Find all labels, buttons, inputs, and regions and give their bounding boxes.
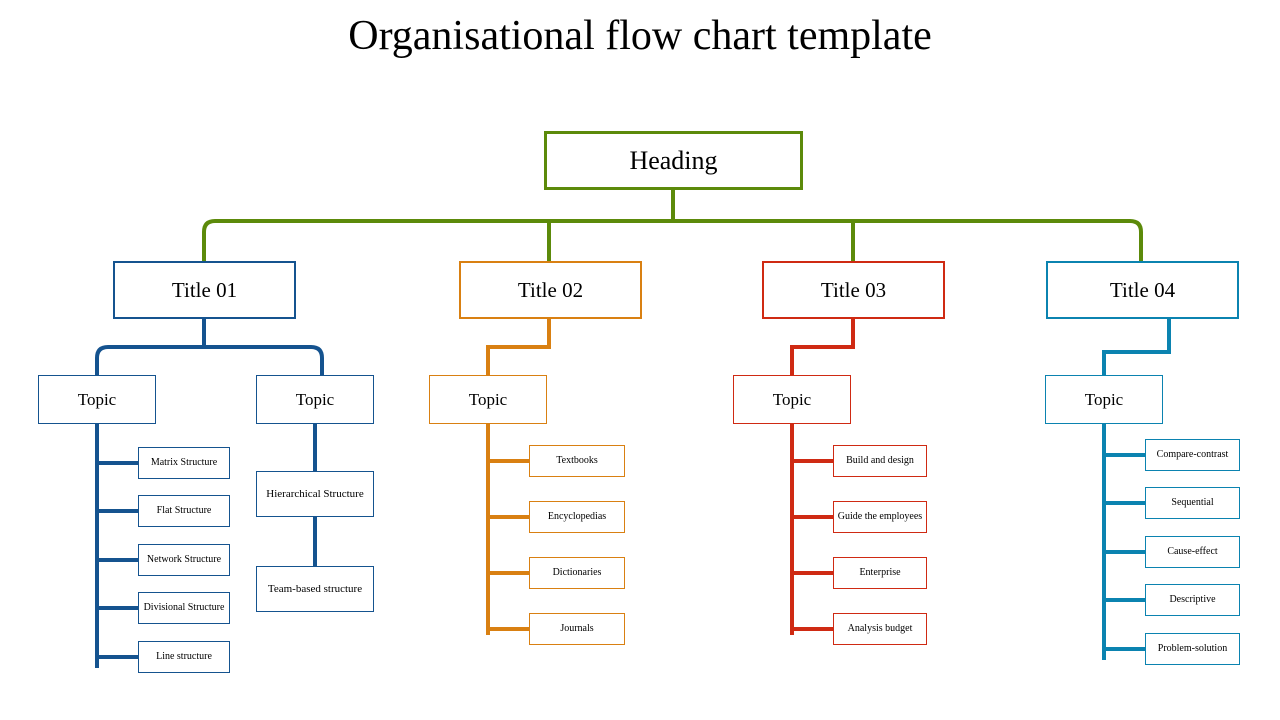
leaf-encyclopedias[interactable]: Encyclopedias [529,501,625,533]
leaf-analysis-budget[interactable]: Analysis budget [833,613,927,645]
node-topic-1b[interactable]: Topic [256,375,374,424]
leaf-line-structure[interactable]: Line structure [138,641,230,673]
leaf-divisional-structure[interactable]: Divisional Structure [138,592,230,624]
node-heading[interactable]: Heading [544,131,803,190]
leaf-flat-structure[interactable]: Flat Structure [138,495,230,527]
leaf-enterprise[interactable]: Enterprise [833,557,927,589]
connector-heading-bus [202,190,1143,261]
flowchart-canvas: Organisational flow chart template Headi… [0,0,1280,720]
leaf-team-based-structure[interactable]: Team-based structure [256,566,374,612]
leaf-journals[interactable]: Journals [529,613,625,645]
node-topic-3[interactable]: Topic [733,375,851,424]
leaf-descriptive[interactable]: Descriptive [1145,584,1240,616]
leaf-textbooks[interactable]: Textbooks [529,445,625,477]
node-topic-2[interactable]: Topic [429,375,547,424]
leaf-network-structure[interactable]: Network Structure [138,544,230,576]
node-title-02[interactable]: Title 02 [459,261,642,319]
leaf-build-and-design[interactable]: Build and design [833,445,927,477]
node-topic-1a[interactable]: Topic [38,375,156,424]
node-title-03[interactable]: Title 03 [762,261,945,319]
leaf-guide-the-employees[interactable]: Guide the employees [833,501,927,533]
leaf-compare-contrast[interactable]: Compare-contrast [1145,439,1240,471]
leaf-cause-effect[interactable]: Cause-effect [1145,536,1240,568]
node-topic-4[interactable]: Topic [1045,375,1163,424]
leaf-sequential[interactable]: Sequential [1145,487,1240,519]
node-title-01[interactable]: Title 01 [113,261,296,319]
leaf-dictionaries[interactable]: Dictionaries [529,557,625,589]
leaf-matrix-structure[interactable]: Matrix Structure [138,447,230,479]
leaf-problem-solution[interactable]: Problem-solution [1145,633,1240,665]
node-title-04[interactable]: Title 04 [1046,261,1239,319]
leaf-hierarchical-structure[interactable]: Hierarchical Structure [256,471,374,517]
